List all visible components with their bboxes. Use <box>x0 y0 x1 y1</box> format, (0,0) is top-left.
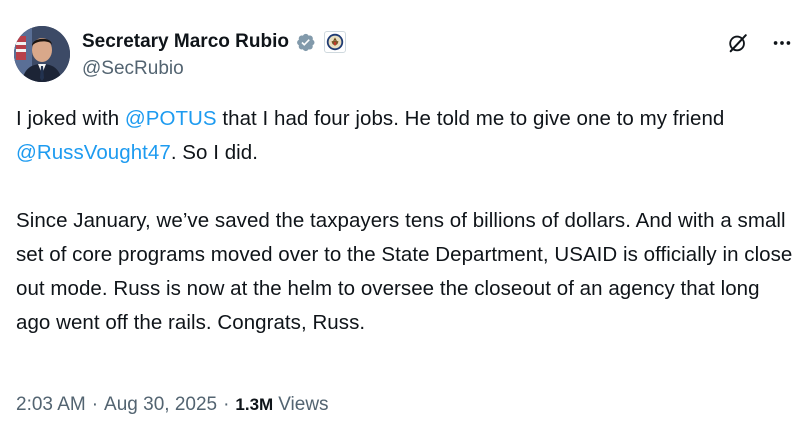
tweet-header: Secretary Marco Rubio @SecRubio <box>14 26 789 84</box>
verified-badge-icon[interactable] <box>295 32 316 53</box>
tweet-text: I joked with @POTUS that I had four jobs… <box>16 102 796 340</box>
tweet-date[interactable]: Aug 30, 2025 <box>104 393 217 417</box>
meta-separator: · <box>223 394 230 415</box>
views-label: Views <box>278 394 329 415</box>
tweet-paragraph-1: I joked with @POTUS that I had four jobs… <box>16 102 796 170</box>
mention-potus-link[interactable]: @POTUS <box>125 107 217 130</box>
mention-russvought-link[interactable]: @RussVought47 <box>16 141 171 164</box>
tweet-paragraph-2: Since January, we’ve saved the taxpayers… <box>16 209 793 334</box>
avatar-photo <box>14 26 70 82</box>
author-handle[interactable]: @SecRubio <box>82 57 346 81</box>
tweet-actions <box>725 30 795 56</box>
views-count: 1.3M <box>235 395 274 414</box>
tweet-time[interactable]: 2:03 AM <box>16 393 86 417</box>
avatar[interactable] <box>14 26 70 82</box>
tweet: Secretary Marco Rubio @SecRubio I joked … <box>0 0 809 428</box>
author-identity: Secretary Marco Rubio @SecRubio <box>82 30 346 81</box>
text-segment: I joked with <box>16 107 125 130</box>
text-segment: that I had four jobs. He told me to give… <box>216 107 725 130</box>
text-segment: . So I did. <box>170 141 258 164</box>
grok-icon[interactable] <box>725 30 751 56</box>
more-icon[interactable] <box>769 30 795 56</box>
name-row: Secretary Marco Rubio <box>82 30 346 54</box>
display-name[interactable]: Secretary Marco Rubio <box>82 30 289 54</box>
tweet-meta: 2:03 AM · Aug 30, 2025 · 1.3M Views <box>16 393 329 417</box>
seal-icon[interactable] <box>323 31 346 53</box>
meta-separator: · <box>91 394 99 415</box>
